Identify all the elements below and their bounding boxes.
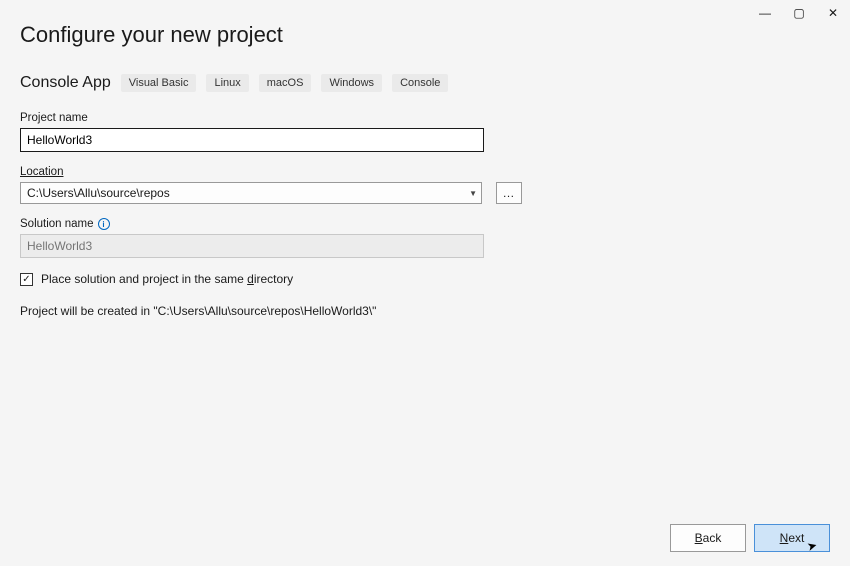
solution-name-input — [20, 234, 484, 258]
project-name-input[interactable] — [20, 128, 484, 152]
same-directory-label: Place solution and project in the same d… — [41, 272, 293, 286]
solution-name-label: Solution name — [20, 218, 94, 230]
info-icon[interactable]: i — [98, 218, 110, 230]
tag-visual-basic: Visual Basic — [121, 74, 197, 92]
next-button[interactable]: Next ➤ — [754, 524, 830, 552]
maximize-button[interactable]: ▢ — [782, 0, 816, 26]
minimize-icon: — — [759, 6, 771, 20]
browse-button[interactable]: … — [496, 182, 522, 204]
project-name-label: Project name — [20, 112, 830, 124]
location-label: Location — [20, 166, 63, 178]
chevron-down-icon: ▼ — [469, 189, 477, 198]
tag-linux: Linux — [206, 74, 248, 92]
template-name: Console App — [20, 74, 111, 92]
location-combobox[interactable]: C:\Users\Allu\source\repos ▼ — [20, 182, 482, 204]
creation-summary: Project will be created in "C:\Users\All… — [20, 304, 830, 318]
check-icon: ✓ — [22, 274, 30, 285]
ellipsis-icon: … — [503, 186, 516, 200]
back-button[interactable]: Back — [670, 524, 746, 552]
tag-console: Console — [392, 74, 448, 92]
tag-macos: macOS — [259, 74, 312, 92]
page-title: Configure your new project — [20, 22, 830, 48]
maximize-icon: ▢ — [793, 6, 804, 20]
close-button[interactable]: ✕ — [816, 0, 850, 26]
same-directory-checkbox[interactable]: ✓ — [20, 273, 33, 286]
location-value: C:\Users\Allu\source\repos — [27, 186, 170, 200]
close-icon: ✕ — [828, 6, 838, 20]
cursor-icon: ➤ — [805, 538, 818, 554]
tag-windows: Windows — [321, 74, 382, 92]
minimize-button[interactable]: — — [748, 0, 782, 26]
